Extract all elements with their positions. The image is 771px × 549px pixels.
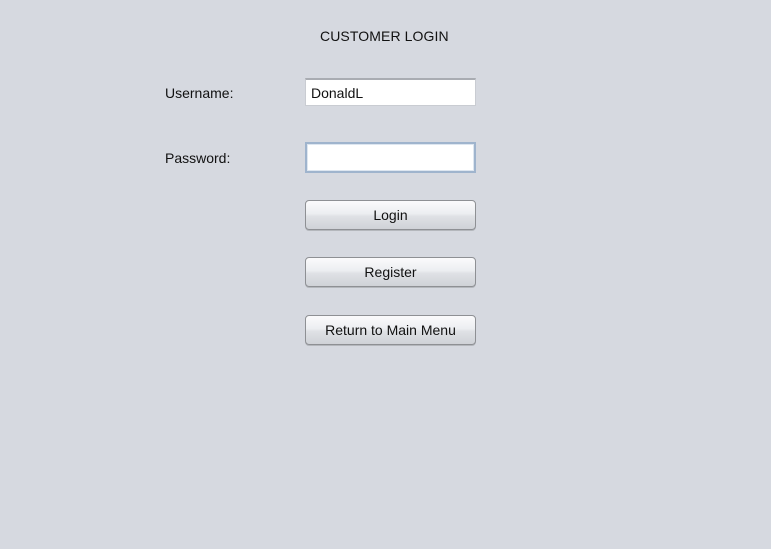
password-input[interactable] bbox=[305, 142, 476, 173]
login-button[interactable]: Login bbox=[305, 200, 476, 230]
password-label: Password: bbox=[165, 150, 231, 166]
register-button[interactable]: Register bbox=[305, 257, 476, 287]
customer-login-window: CUSTOMER LOGIN Username: Password: Login… bbox=[0, 0, 771, 549]
page-title: CUSTOMER LOGIN bbox=[320, 28, 449, 44]
username-label: Username: bbox=[165, 85, 234, 101]
username-input[interactable] bbox=[305, 78, 476, 106]
return-to-main-menu-button[interactable]: Return to Main Menu bbox=[305, 315, 476, 345]
